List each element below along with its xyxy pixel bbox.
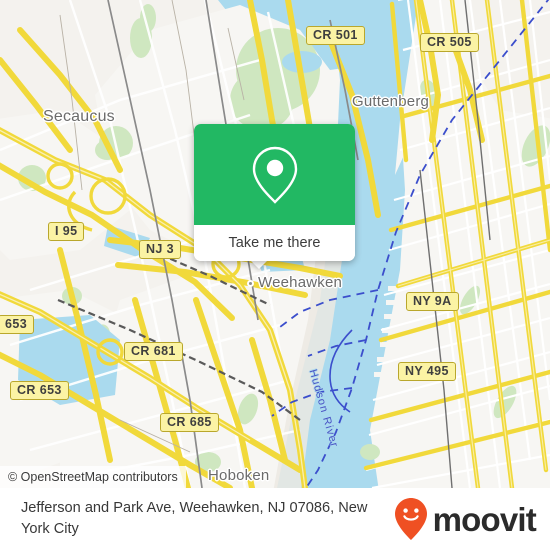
- osm-attribution-text: © OpenStreetMap contributors: [8, 470, 178, 484]
- map-town-dot-weehawken: [247, 280, 254, 287]
- route-shield-cr-501: CR 501: [306, 26, 365, 45]
- popup-icon-area: [194, 124, 355, 225]
- moovit-smiley-pin-icon: [394, 498, 427, 540]
- screenshot-root: Secaucus Guttenberg Weehawken Hoboken Hu…: [0, 0, 550, 550]
- route-shield-i-95: I 95: [48, 222, 85, 241]
- route-shield-cr-505: CR 505: [420, 33, 479, 52]
- route-shield-nj-3: NJ 3: [139, 240, 182, 259]
- take-me-there-button[interactable]: Take me there: [194, 225, 355, 261]
- moovit-logo[interactable]: moovit: [394, 497, 537, 541]
- map-pin-icon: [252, 146, 297, 204]
- map-canvas[interactable]: Secaucus Guttenberg Weehawken Hoboken Hu…: [0, 0, 550, 488]
- route-shield-cr-681: CR 681: [124, 342, 183, 361]
- moovit-wordmark: moovit: [432, 500, 537, 538]
- osm-attribution[interactable]: © OpenStreetMap contributors: [0, 466, 186, 488]
- popup-pointer: [250, 260, 268, 269]
- footer-bar: Jefferson and Park Ave, Weehawken, NJ 07…: [0, 488, 550, 550]
- route-shield-ny-495: NY 495: [398, 362, 456, 381]
- address-text: Jefferson and Park Ave, Weehawken, NJ 07…: [21, 500, 368, 537]
- route-shield-ny-9a: NY 9A: [406, 292, 459, 311]
- route-shield-653: 653: [0, 315, 35, 334]
- route-shield-cr-685: CR 685: [160, 413, 219, 432]
- take-me-there-popup[interactable]: Take me there: [194, 124, 355, 261]
- route-shield-cr-653: CR 653: [10, 381, 69, 400]
- take-me-there-label: Take me there: [228, 235, 321, 251]
